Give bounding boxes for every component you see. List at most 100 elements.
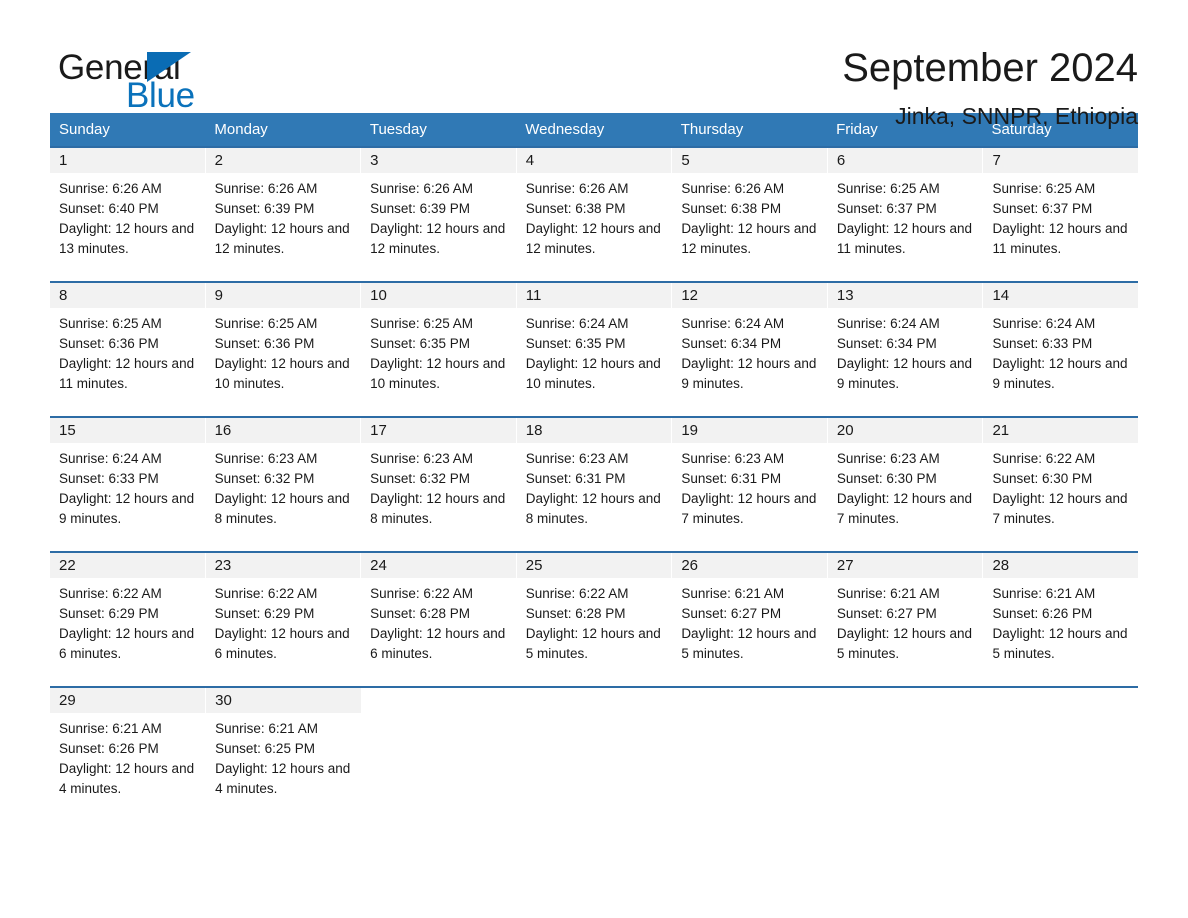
day-number: 1 xyxy=(59,152,68,169)
daylight-text: Daylight: 12 hours and 7 minutes. xyxy=(681,491,817,526)
day-details: Sunrise: 6:25 AM Sunset: 6:36 PM Daylight:… xyxy=(50,308,205,394)
sunset-text: Sunset: 6:32 PM xyxy=(370,471,470,486)
day-cell[interactable]: 17 Sunrise: 6:23 AM Sunset: 6:32 PM Dayligh… xyxy=(361,418,517,551)
calendar-grid: Sunday Monday Tuesday Wednesday Thursday… xyxy=(50,113,1139,821)
day-number-band: 16 xyxy=(205,418,361,443)
calendar-week-row: 29 Sunrise: 6:21 AM Sunset: 6:26 PM Dayligh… xyxy=(50,686,1138,821)
day-cell[interactable]: 20 Sunrise: 6:23 AM Sunset: 6:30 PM Dayligh… xyxy=(827,418,984,551)
sunset-text: Sunset: 6:34 PM xyxy=(836,336,937,351)
sunrise-text: Sunrise: 6:22 AM xyxy=(59,586,162,601)
day-number-band: 19 xyxy=(672,418,827,443)
sunrise-text: Sunrise: 6:25 AM xyxy=(370,316,473,331)
day-number: 15 xyxy=(59,422,76,439)
daylight-text: Daylight: 12 hours and 10 minutes. xyxy=(370,356,506,391)
day-number-band: 9 xyxy=(205,283,361,308)
daylight-text: Daylight: 12 hours and 13 minutes. xyxy=(59,221,195,256)
day-number: 7 xyxy=(992,152,1001,169)
sunrise-text: Sunrise: 6:21 AM xyxy=(836,586,940,601)
sunset-text: Sunset: 6:31 PM xyxy=(681,471,782,486)
sunrise-text: Sunrise: 6:24 AM xyxy=(836,316,940,331)
day-cell[interactable]: 27 Sunrise: 6:21 AM Sunset: 6:27 PM Dayligh… xyxy=(827,553,984,686)
sunset-text: Sunset: 6:31 PM xyxy=(525,471,626,486)
day-cell[interactable]: 25 Sunrise: 6:22 AM Sunset: 6:28 PM Dayligh… xyxy=(516,553,673,686)
calendar-page: General Blue September 2024 Jinka, SNNPR… xyxy=(0,0,1188,918)
day-number: 18 xyxy=(525,422,543,439)
day-cell[interactable]: 6 Sunrise: 6:25 AM Sunset: 6:37 PM Daylight… xyxy=(827,148,984,281)
day-details: Sunrise: 6:21 AM Sunset: 6:27 PM Daylight:… xyxy=(828,578,983,664)
daylight-text: Daylight: 12 hours and 6 minutes. xyxy=(59,626,195,661)
day-cell[interactable]: 24 Sunrise: 6:22 AM Sunset: 6:28 PM Dayligh… xyxy=(361,553,517,686)
day-cell[interactable]: 2 Sunrise: 6:26 AM Sunset: 6:39 PM Daylight… xyxy=(205,148,362,281)
day-cell[interactable]: 13 Sunrise: 6:24 AM Sunset: 6:34 PM Dayligh… xyxy=(827,283,984,416)
day-cell[interactable]: 10 Sunrise: 6:25 AM Sunset: 6:35 PM Dayligh… xyxy=(361,283,517,416)
day-details: Sunrise: 6:24 AM Sunset: 6:35 PM Daylight:… xyxy=(517,308,672,394)
day-cell[interactable]: 26 Sunrise: 6:21 AM Sunset: 6:27 PM Dayligh… xyxy=(672,553,828,686)
sunset-text: Sunset: 6:38 PM xyxy=(525,201,626,216)
daylight-text: Daylight: 12 hours and 8 minutes. xyxy=(214,491,350,526)
day-cell[interactable]: 12 Sunrise: 6:24 AM Sunset: 6:34 PM Dayligh… xyxy=(672,283,828,416)
day-number: 29 xyxy=(59,692,76,709)
sunset-text: Sunset: 6:25 PM xyxy=(215,741,315,756)
sunrise-text: Sunrise: 6:21 AM xyxy=(215,721,318,736)
day-cell[interactable]: 3 Sunrise: 6:26 AM Sunset: 6:39 PM Daylight… xyxy=(361,148,517,281)
day-number-band: 1 xyxy=(50,148,205,173)
day-cell[interactable]: 1 Sunrise: 6:26 AM Sunset: 6:40 PM Daylight… xyxy=(50,148,206,281)
day-cell[interactable]: 22 Sunrise: 6:22 AM Sunset: 6:29 PM Dayligh… xyxy=(50,553,206,686)
empty-day-cell xyxy=(673,688,828,821)
day-cell[interactable]: 19 Sunrise: 6:23 AM Sunset: 6:31 PM Dayligh… xyxy=(672,418,828,551)
day-cell[interactable]: 9 Sunrise: 6:25 AM Sunset: 6:36 PM Daylight… xyxy=(205,283,362,416)
day-cell[interactable]: 21 Sunrise: 6:22 AM Sunset: 6:30 PM Dayligh… xyxy=(983,418,1139,551)
day-details: Sunrise: 6:26 AM Sunset: 6:40 PM Daylight:… xyxy=(50,173,205,259)
day-cell[interactable]: 28 Sunrise: 6:21 AM Sunset: 6:26 PM Dayligh… xyxy=(983,553,1139,686)
day-cell[interactable]: 8 Sunrise: 6:25 AM Sunset: 6:36 PM Daylight… xyxy=(50,283,206,416)
calendar-week-row: 22 Sunrise: 6:22 AM Sunset: 6:29 PM Dayligh… xyxy=(50,551,1139,686)
day-number: 25 xyxy=(525,557,543,574)
sunrise-text: Sunrise: 6:23 AM xyxy=(681,451,785,466)
day-number-band: 14 xyxy=(983,283,1139,308)
page-header: General Blue September 2024 Jinka, SNNPR… xyxy=(50,0,1138,129)
page-title: September 2024 xyxy=(842,46,1138,90)
daylight-text: Daylight: 12 hours and 8 minutes. xyxy=(525,491,661,526)
day-cell[interactable]: 29 Sunrise: 6:21 AM Sunset: 6:26 PM Dayligh… xyxy=(50,688,207,821)
day-number: 20 xyxy=(836,422,854,439)
sunrise-text: Sunrise: 6:23 AM xyxy=(214,451,318,466)
day-number-band: 23 xyxy=(205,553,361,578)
weekday-header-monday: Monday xyxy=(214,121,268,138)
day-cell[interactable]: 16 Sunrise: 6:23 AM Sunset: 6:32 PM Dayligh… xyxy=(205,418,362,551)
empty-day-cell xyxy=(517,688,672,821)
day-cell[interactable]: 14 Sunrise: 6:24 AM Sunset: 6:33 PM Dayligh… xyxy=(983,283,1139,416)
daylight-text: Daylight: 12 hours and 12 minutes. xyxy=(525,221,661,256)
day-cell[interactable]: 4 Sunrise: 6:26 AM Sunset: 6:38 PM Daylight… xyxy=(516,148,673,281)
generalblue-logo[interactable]: General Blue xyxy=(50,44,250,116)
day-number: 9 xyxy=(214,287,223,304)
day-number: 17 xyxy=(370,422,387,439)
day-number-band: 24 xyxy=(361,553,516,578)
empty-day-cell xyxy=(828,688,983,821)
sunset-text: Sunset: 6:39 PM xyxy=(214,201,315,216)
day-cell[interactable]: 18 Sunrise: 6:23 AM Sunset: 6:31 PM Dayligh… xyxy=(516,418,673,551)
day-details: Sunrise: 6:22 AM Sunset: 6:29 PM Daylight:… xyxy=(206,578,361,664)
day-cell[interactable]: 30 Sunrise: 6:21 AM Sunset: 6:25 PM Dayligh… xyxy=(206,688,363,821)
daylight-text: Daylight: 12 hours and 11 minutes. xyxy=(59,356,195,391)
weekday-header-friday: Friday xyxy=(836,121,878,138)
daylight-text: Daylight: 12 hours and 12 minutes. xyxy=(214,221,350,256)
day-number: 6 xyxy=(836,152,846,169)
day-number: 2 xyxy=(214,152,223,169)
day-details: Sunrise: 6:26 AM Sunset: 6:39 PM Daylight:… xyxy=(361,173,516,259)
day-cell[interactable]: 15 Sunrise: 6:24 AM Sunset: 6:33 PM Dayligh… xyxy=(50,418,206,551)
day-cell[interactable]: 11 Sunrise: 6:24 AM Sunset: 6:35 PM Dayligh… xyxy=(516,283,673,416)
day-details: Sunrise: 6:21 AM Sunset: 6:26 PM Daylight:… xyxy=(983,578,1138,664)
calendar-week-row: 15 Sunrise: 6:24 AM Sunset: 6:33 PM Dayligh… xyxy=(50,416,1139,551)
calendar-weeks: 1 Sunrise: 6:26 AM Sunset: 6:40 PM Daylight… xyxy=(50,146,1139,821)
sunset-text: Sunset: 6:39 PM xyxy=(370,201,470,216)
day-details: Sunrise: 6:24 AM Sunset: 6:34 PM Daylight:… xyxy=(828,308,983,394)
sunrise-text: Sunrise: 6:25 AM xyxy=(59,316,162,331)
sunset-text: Sunset: 6:37 PM xyxy=(836,201,937,216)
day-cell[interactable]: 23 Sunrise: 6:22 AM Sunset: 6:29 PM Dayligh… xyxy=(205,553,362,686)
weekday-header-sunday: Sunday xyxy=(59,121,110,138)
day-details: Sunrise: 6:25 AM Sunset: 6:37 PM Daylight:… xyxy=(828,173,983,259)
day-details: Sunrise: 6:23 AM Sunset: 6:30 PM Daylight:… xyxy=(828,443,983,529)
day-cell[interactable]: 5 Sunrise: 6:26 AM Sunset: 6:38 PM Daylight… xyxy=(672,148,828,281)
day-cell[interactable]: 7 Sunrise: 6:25 AM Sunset: 6:37 PM Daylight… xyxy=(983,148,1139,281)
sunset-text: Sunset: 6:27 PM xyxy=(681,606,782,621)
